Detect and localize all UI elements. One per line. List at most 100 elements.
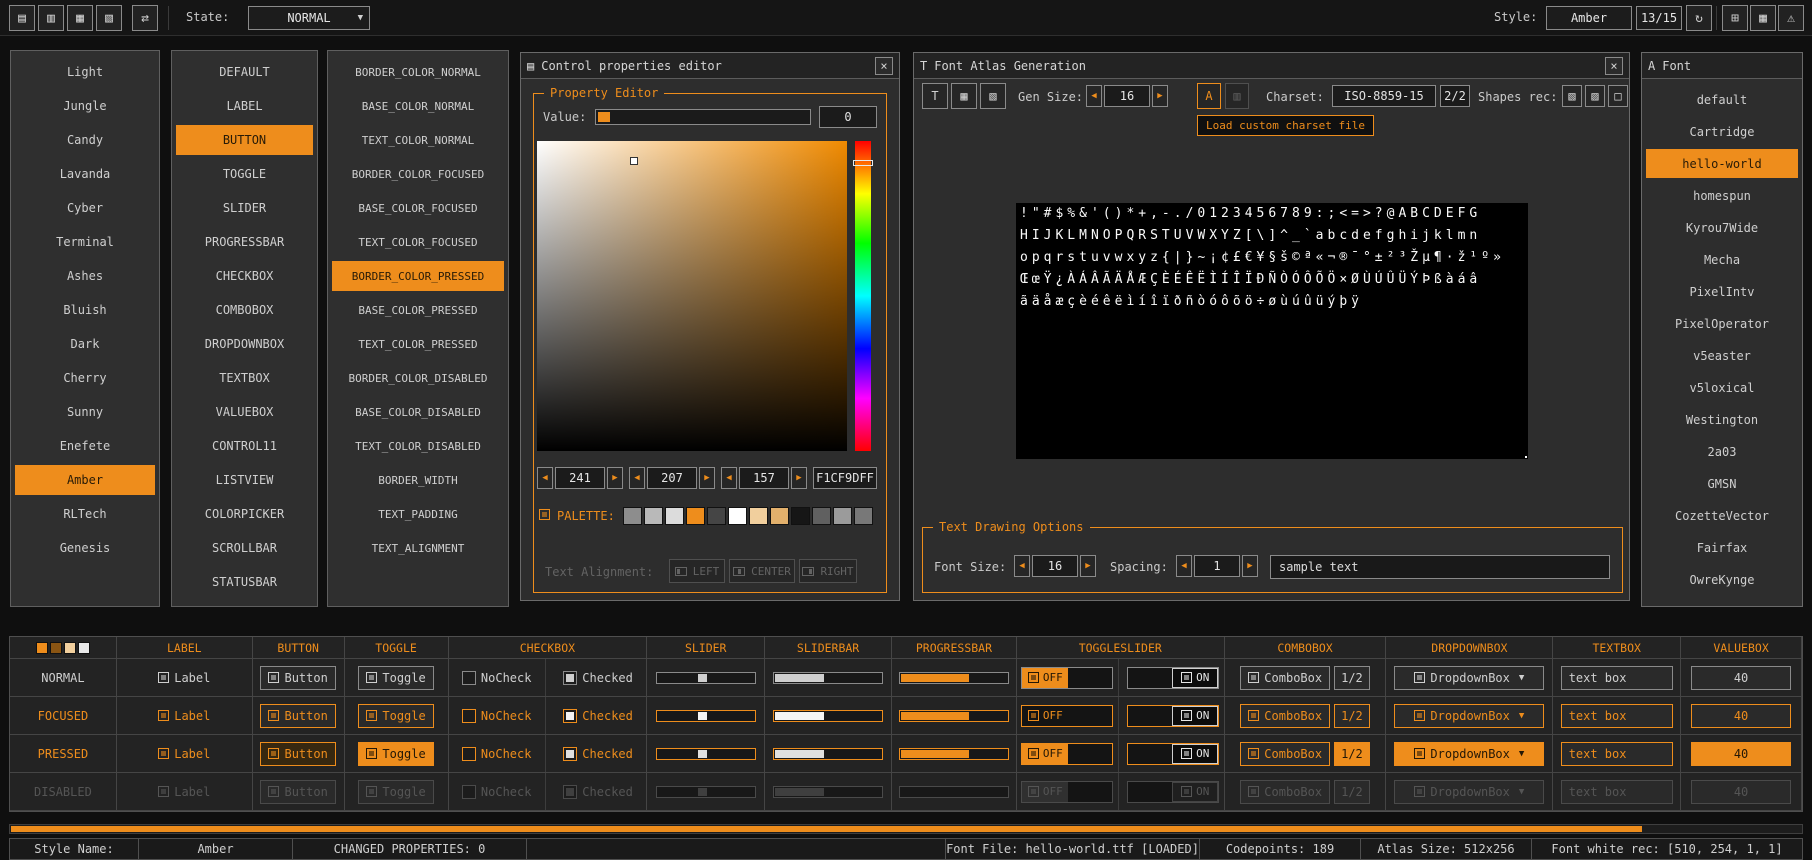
atlas-box-icon[interactable]: ▧ bbox=[980, 83, 1006, 109]
slider-handle[interactable] bbox=[698, 750, 707, 758]
color-cursor[interactable] bbox=[630, 157, 638, 165]
toggleslider-knob[interactable]: OFF bbox=[1022, 668, 1068, 688]
sample-slider[interactable] bbox=[656, 710, 756, 722]
close-icon[interactable]: × bbox=[875, 57, 893, 75]
font-atlas-preview[interactable]: !"#$%&'()*+,-./0123456789:;<=>?@ABCDEFG … bbox=[1016, 203, 1528, 459]
property-item[interactable]: TEXT_COLOR_DISABLED bbox=[332, 431, 504, 461]
shape-rec2-icon[interactable]: ▨ bbox=[1585, 85, 1605, 107]
gen-size-value[interactable]: 16 bbox=[1104, 85, 1150, 107]
charset-counter[interactable]: 2/2 bbox=[1440, 85, 1470, 107]
sample-toggleslider-off[interactable]: OFF bbox=[1021, 705, 1113, 727]
sample-checkbox-checked[interactable]: Checked bbox=[550, 659, 646, 696]
sample-textbox[interactable]: text box bbox=[1561, 704, 1673, 728]
sample-checkbox-unchecked[interactable]: NoCheck bbox=[449, 697, 546, 734]
sample-toggle[interactable]: Toggle bbox=[358, 742, 433, 766]
slider-handle[interactable] bbox=[698, 712, 707, 720]
palette-swatch[interactable] bbox=[686, 507, 705, 525]
property-item[interactable]: TEXT_COLOR_FOCUSED bbox=[332, 227, 504, 257]
palette-swatch[interactable] bbox=[707, 507, 726, 525]
theme-item[interactable]: Enefete bbox=[15, 431, 155, 461]
font-item[interactable]: default bbox=[1646, 85, 1798, 114]
toggleslider-knob[interactable]: ON bbox=[1172, 706, 1218, 726]
toggleslider-knob[interactable]: ON bbox=[1172, 782, 1218, 802]
font-item[interactable]: CozetteVector bbox=[1646, 501, 1798, 530]
palette-swatch[interactable] bbox=[791, 507, 810, 525]
font-size-value[interactable]: 16 bbox=[1032, 555, 1078, 577]
random-style-icon[interactable]: ⇄ bbox=[132, 5, 158, 31]
sample-textbox[interactable]: text box bbox=[1561, 666, 1673, 690]
control-item[interactable]: LABEL bbox=[176, 91, 313, 121]
sample-toggleslider-on[interactable]: ON bbox=[1127, 743, 1219, 765]
font-item[interactable]: Mecha bbox=[1646, 245, 1798, 274]
align-center-button[interactable]: CENTER bbox=[729, 559, 795, 583]
property-item[interactable]: BORDER_WIDTH bbox=[332, 465, 504, 495]
property-item[interactable]: BORDER_COLOR_DISABLED bbox=[332, 363, 504, 393]
hue-handle[interactable] bbox=[853, 160, 873, 166]
property-item[interactable]: TEXT_COLOR_PRESSED bbox=[332, 329, 504, 359]
style-counter[interactable]: 13/15 bbox=[1636, 6, 1682, 30]
control-item[interactable]: STATUSBAR bbox=[176, 567, 313, 597]
sample-toggle[interactable]: Toggle bbox=[358, 666, 433, 690]
sample-sliderbar[interactable] bbox=[773, 710, 883, 722]
palette-swatch[interactable] bbox=[644, 507, 663, 525]
screen-size-icon[interactable]: ⊞ bbox=[1722, 5, 1748, 31]
font-item[interactable]: Kyrou7Wide bbox=[1646, 213, 1798, 242]
hex-color-box[interactable]: F1CF9DFF bbox=[813, 467, 877, 489]
property-item[interactable]: BASE_COLOR_FOCUSED bbox=[332, 193, 504, 223]
control-item[interactable]: DEFAULT bbox=[176, 57, 313, 87]
theme-item[interactable]: RLTech bbox=[15, 499, 155, 529]
shape-rec1-icon[interactable]: ▧ bbox=[1562, 85, 1582, 107]
sample-combobox[interactable]: ComboBox bbox=[1240, 666, 1330, 690]
arrow-left-icon[interactable]: ◀ bbox=[1086, 85, 1102, 107]
property-item[interactable]: BORDER_COLOR_FOCUSED bbox=[332, 159, 504, 189]
arrow-right-icon[interactable]: ▶ bbox=[1152, 85, 1168, 107]
sample-combobox[interactable]: ComboBox bbox=[1240, 742, 1330, 766]
theme-item[interactable]: Bluish bbox=[15, 295, 155, 325]
green-value[interactable]: 207 bbox=[647, 467, 697, 489]
table-image-icon[interactable]: ▦ bbox=[1750, 5, 1776, 31]
sample-checkbox-unchecked[interactable]: NoCheck bbox=[449, 735, 546, 772]
font-item[interactable]: Cartridge bbox=[1646, 117, 1798, 146]
control-item[interactable]: COLORPICKER bbox=[176, 499, 313, 529]
arrow-right-icon[interactable]: ▶ bbox=[607, 467, 623, 489]
sample-dropdownbox[interactable]: DropdownBox▼ bbox=[1394, 704, 1544, 728]
font-atlas-titlebar[interactable]: T Font Atlas Generation × bbox=[914, 53, 1629, 79]
control-item[interactable]: PROGRESSBAR bbox=[176, 227, 313, 257]
property-item[interactable]: BASE_COLOR_NORMAL bbox=[332, 91, 504, 121]
arrow-right-icon[interactable]: ▶ bbox=[791, 467, 807, 489]
sample-valuebox[interactable]: 40 bbox=[1691, 780, 1791, 804]
sample-toggleslider-off[interactable]: OFF bbox=[1021, 667, 1113, 689]
palette-swatch[interactable] bbox=[833, 507, 852, 525]
theme-item[interactable]: Cyber bbox=[15, 193, 155, 223]
about-icon[interactable]: ⚠ bbox=[1778, 5, 1804, 31]
control-item[interactable]: VALUEBOX bbox=[176, 397, 313, 427]
sample-text-input[interactable] bbox=[1270, 555, 1610, 579]
palette-swatch[interactable] bbox=[770, 507, 789, 525]
sample-toggleslider-off[interactable]: OFF bbox=[1021, 743, 1113, 765]
sample-dropdownbox[interactable]: DropdownBox▼ bbox=[1394, 742, 1544, 766]
palette-swatch[interactable] bbox=[812, 507, 831, 525]
control-item[interactable]: CONTROL11 bbox=[176, 431, 313, 461]
theme-item[interactable]: Sunny bbox=[15, 397, 155, 427]
sample-sliderbar[interactable] bbox=[773, 748, 883, 760]
font-item[interactable]: hello-world bbox=[1646, 149, 1798, 178]
sample-slider[interactable] bbox=[656, 748, 756, 760]
properties-editor-titlebar[interactable]: ▤ Control properties editor × bbox=[521, 53, 899, 79]
theme-item[interactable]: Ashes bbox=[15, 261, 155, 291]
property-item[interactable]: BORDER_COLOR_NORMAL bbox=[332, 57, 504, 87]
style-selector[interactable]: Amber bbox=[1546, 6, 1632, 30]
arrow-left-icon[interactable]: ◀ bbox=[629, 467, 645, 489]
toggleslider-knob[interactable]: OFF bbox=[1022, 782, 1068, 802]
combobox-counter[interactable]: 1/2 bbox=[1334, 666, 1370, 690]
theme-item[interactable]: Jungle bbox=[15, 91, 155, 121]
sample-button[interactable]: Button bbox=[260, 780, 335, 804]
sample-checkbox-checked[interactable]: Checked bbox=[550, 697, 646, 734]
sample-button[interactable]: Button bbox=[260, 742, 335, 766]
control-item[interactable]: COMBOBOX bbox=[176, 295, 313, 325]
value-box[interactable]: 0 bbox=[819, 106, 877, 128]
palette-swatch[interactable] bbox=[854, 507, 873, 525]
sample-valuebox[interactable]: 40 bbox=[1691, 742, 1791, 766]
toggleslider-knob[interactable]: OFF bbox=[1022, 706, 1068, 726]
combobox-counter[interactable]: 1/2 bbox=[1334, 704, 1370, 728]
palette-swatch[interactable] bbox=[623, 507, 642, 525]
